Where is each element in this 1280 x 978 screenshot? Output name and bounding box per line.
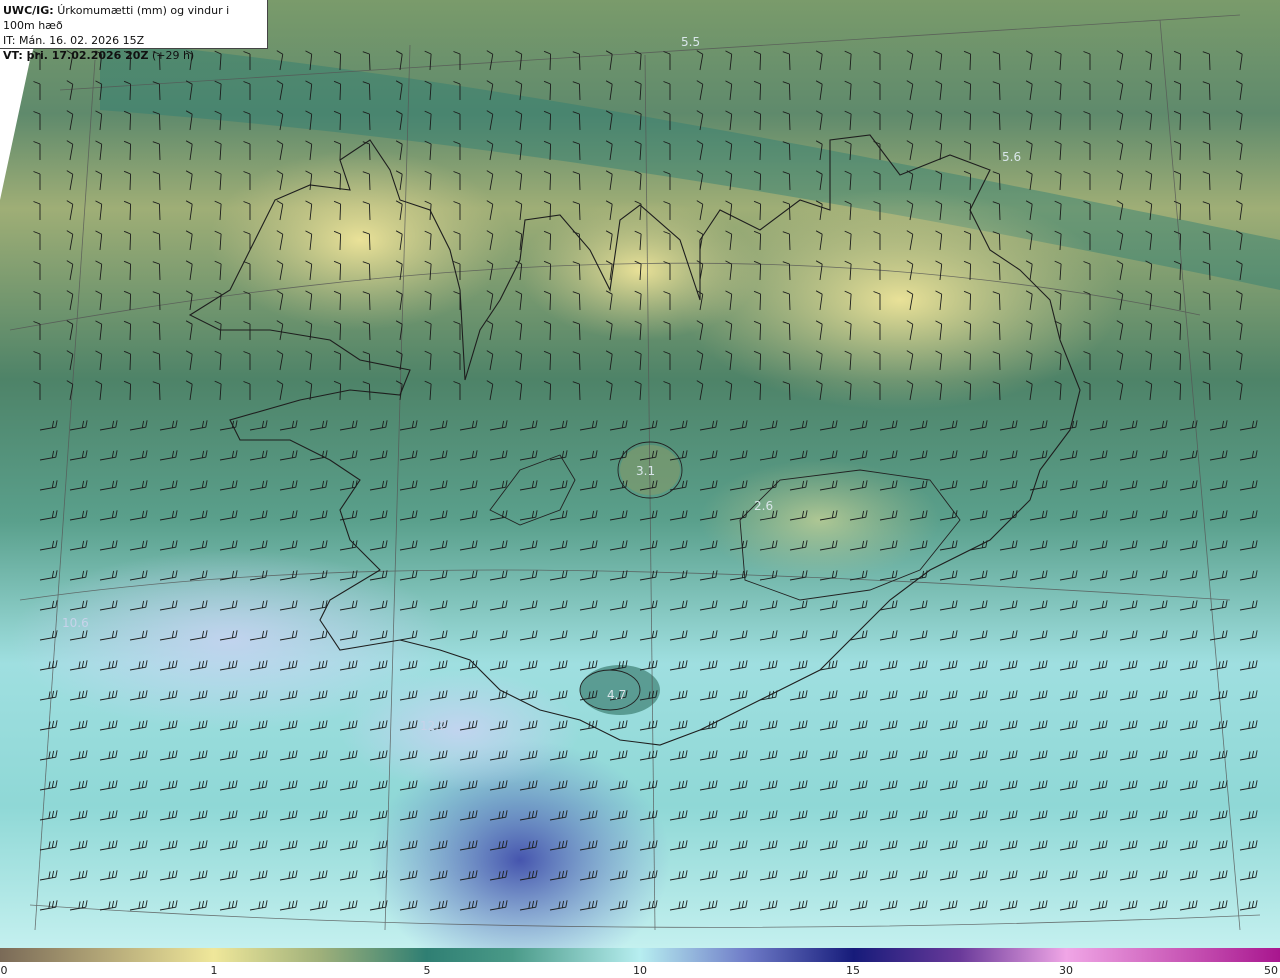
colorbar-tick: 0 bbox=[0, 964, 8, 977]
colorbar-tick: 10 bbox=[633, 964, 647, 977]
model-label: UWC/IG: bbox=[3, 4, 54, 17]
colorbar-tick: 50 bbox=[1264, 964, 1278, 977]
colorbar-tick: 1 bbox=[210, 964, 218, 977]
header-line-1: UWC/IG: Úrkomumætti (mm) og vindur i 100… bbox=[3, 3, 264, 33]
header-line-2: IT: Mán. 16. 02. 2026 15Z bbox=[3, 34, 145, 47]
map-label: 3.1 bbox=[636, 464, 656, 478]
map-title-box: UWC/IG: Úrkomumætti (mm) og vindur i 100… bbox=[0, 0, 268, 62]
colorbar-tick: 15 bbox=[846, 964, 860, 977]
map-label: 5.5 bbox=[681, 35, 701, 49]
colorbar bbox=[0, 948, 1280, 962]
map-label: 4.7 bbox=[607, 688, 627, 702]
map-label: 2.6 bbox=[754, 499, 774, 513]
valid-time: VT: þri. 17.02.2026 20Z bbox=[3, 49, 149, 62]
map-label: 12.2 bbox=[420, 719, 447, 733]
colorbar-tick: 5 bbox=[423, 964, 431, 977]
colorbar-tick: 30 bbox=[1059, 964, 1073, 977]
map-label: 10.6 bbox=[62, 616, 89, 630]
map-label: 5.6 bbox=[1002, 150, 1022, 164]
header-line-3: VT: þri. 17.02.2026 20Z (+29 h) bbox=[3, 48, 264, 63]
forecast-offset: (+29 h) bbox=[151, 49, 195, 62]
